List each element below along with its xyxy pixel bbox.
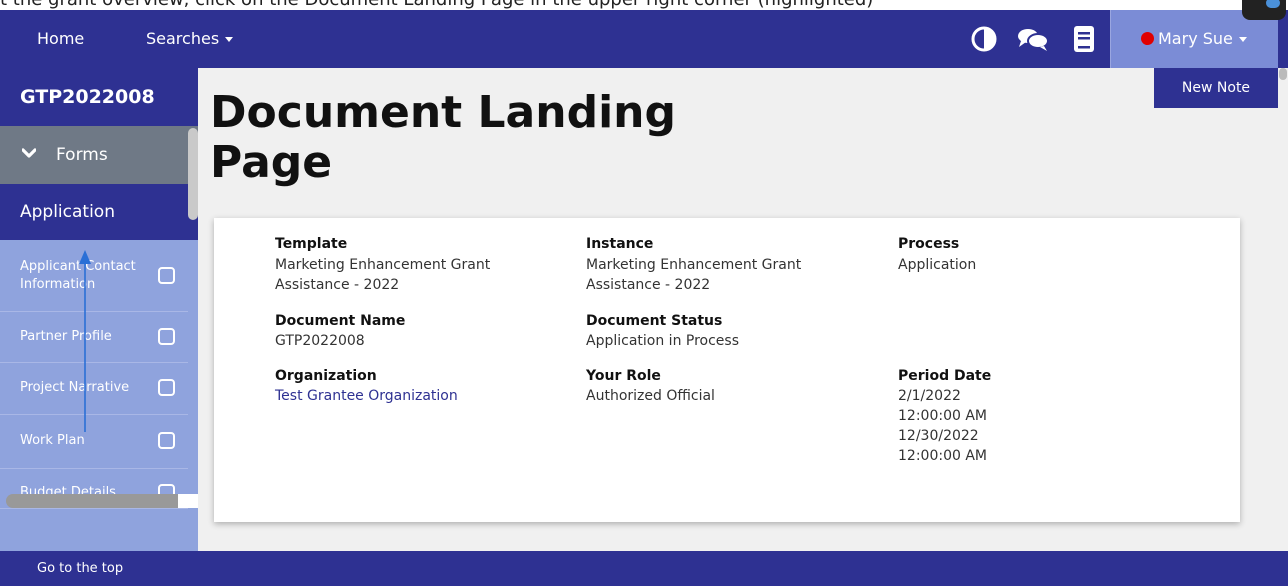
document-name-value: GTP2022008 — [275, 333, 365, 349]
sidebar-item-project-narrative[interactable]: Project Narrative — [0, 363, 188, 415]
chevron-down-icon — [22, 148, 36, 158]
chevron-down-icon — [225, 37, 234, 42]
sidebar-forms-label: Forms — [56, 145, 108, 165]
period-end-date: 12/30/2022 — [898, 428, 979, 444]
period-date-label: Period Date — [898, 368, 992, 384]
sidebar-scroll-corner — [178, 494, 198, 508]
nav-searches-dropdown[interactable]: Searches — [146, 10, 234, 68]
page-title: Document Landing Page — [210, 87, 676, 188]
instance-value: Marketing Enhancement Grant Assistance -… — [586, 257, 802, 293]
book-icon[interactable] — [1072, 25, 1096, 53]
period-end-time: 12:00:00 AM — [898, 448, 987, 464]
nav-searches-label: Searches — [146, 29, 220, 48]
status-dot — [1141, 32, 1154, 45]
chat-icon[interactable] — [1016, 25, 1050, 53]
sidebar: GTP2022008 Forms Application Applicant C… — [0, 68, 198, 551]
sidebar-application-label: Application — [20, 202, 115, 222]
organization-link[interactable]: Test Grantee Organization — [275, 386, 458, 406]
instance-label: Instance — [586, 236, 654, 252]
chat-widget-icon[interactable] — [1242, 0, 1286, 20]
checkbox-icon[interactable] — [158, 328, 175, 345]
footer: Go to the top — [0, 551, 1288, 586]
go-to-top-link[interactable]: Go to the top — [37, 551, 123, 586]
checkbox-icon[interactable] — [158, 379, 175, 396]
top-navbar: Home Searches Mary Sue — [0, 10, 1288, 68]
period-start-date: 2/1/2022 — [898, 388, 961, 404]
template-label: Template — [275, 236, 348, 252]
organization-label: Organization — [275, 368, 377, 384]
sidebar-forms-toggle[interactable]: Forms — [0, 126, 198, 184]
document-info-card: Template Marketing Enhancement Grant Ass… — [214, 218, 1240, 522]
cropped-caption: t the grant overview, click on the Docum… — [0, 0, 873, 10]
contrast-icon[interactable] — [970, 25, 998, 53]
your-role-value: Authorized Official — [586, 388, 715, 404]
sidebar-item-label: Project Narrative — [20, 380, 130, 395]
sidebar-document-code: GTP2022008 — [0, 68, 198, 126]
sidebar-item-application[interactable]: Application — [0, 184, 198, 240]
cropped-caption-strip: t the grant overview, click on the Docum… — [0, 0, 1288, 10]
document-status-label: Document Status — [586, 313, 723, 329]
checkbox-icon[interactable] — [158, 432, 175, 449]
sidebar-scrollbar[interactable] — [188, 128, 198, 220]
sidebar-item-partner-profile[interactable]: Partner Profile — [0, 312, 188, 363]
screen: { "top_caption": "t the grant overview, … — [0, 0, 1288, 586]
page-scrollbar[interactable] — [1278, 68, 1288, 551]
template-value: Marketing Enhancement Grant Assistance -… — [275, 257, 491, 293]
user-name: Mary Sue — [1158, 29, 1233, 48]
nav-home-link[interactable]: Home — [37, 10, 84, 68]
process-label: Process — [898, 236, 960, 252]
page-scrollbar-thumb[interactable] — [1279, 68, 1287, 80]
sidebar-item-label: Work Plan — [20, 433, 85, 448]
period-start-time: 12:00:00 AM — [898, 408, 987, 424]
new-note-button[interactable]: New Note — [1154, 68, 1278, 108]
document-status-value: Application in Process — [586, 333, 739, 349]
document-name-label: Document Name — [275, 313, 406, 329]
sidebar-item-applicant-contact[interactable]: Applicant Contact Information — [0, 240, 188, 312]
sidebar-horizontal-scrollbar[interactable] — [6, 494, 184, 508]
nav-home-label: Home — [37, 29, 85, 48]
sidebar-item-label: Applicant Contact Information — [20, 259, 136, 292]
checkbox-icon[interactable] — [158, 267, 175, 284]
process-value: Application — [898, 257, 977, 273]
your-role-label: Your Role — [586, 368, 661, 384]
chevron-down-icon — [1238, 37, 1247, 42]
sidebar-item-label: Partner Profile — [20, 329, 112, 344]
sidebar-item-work-plan[interactable]: Work Plan — [0, 415, 188, 469]
